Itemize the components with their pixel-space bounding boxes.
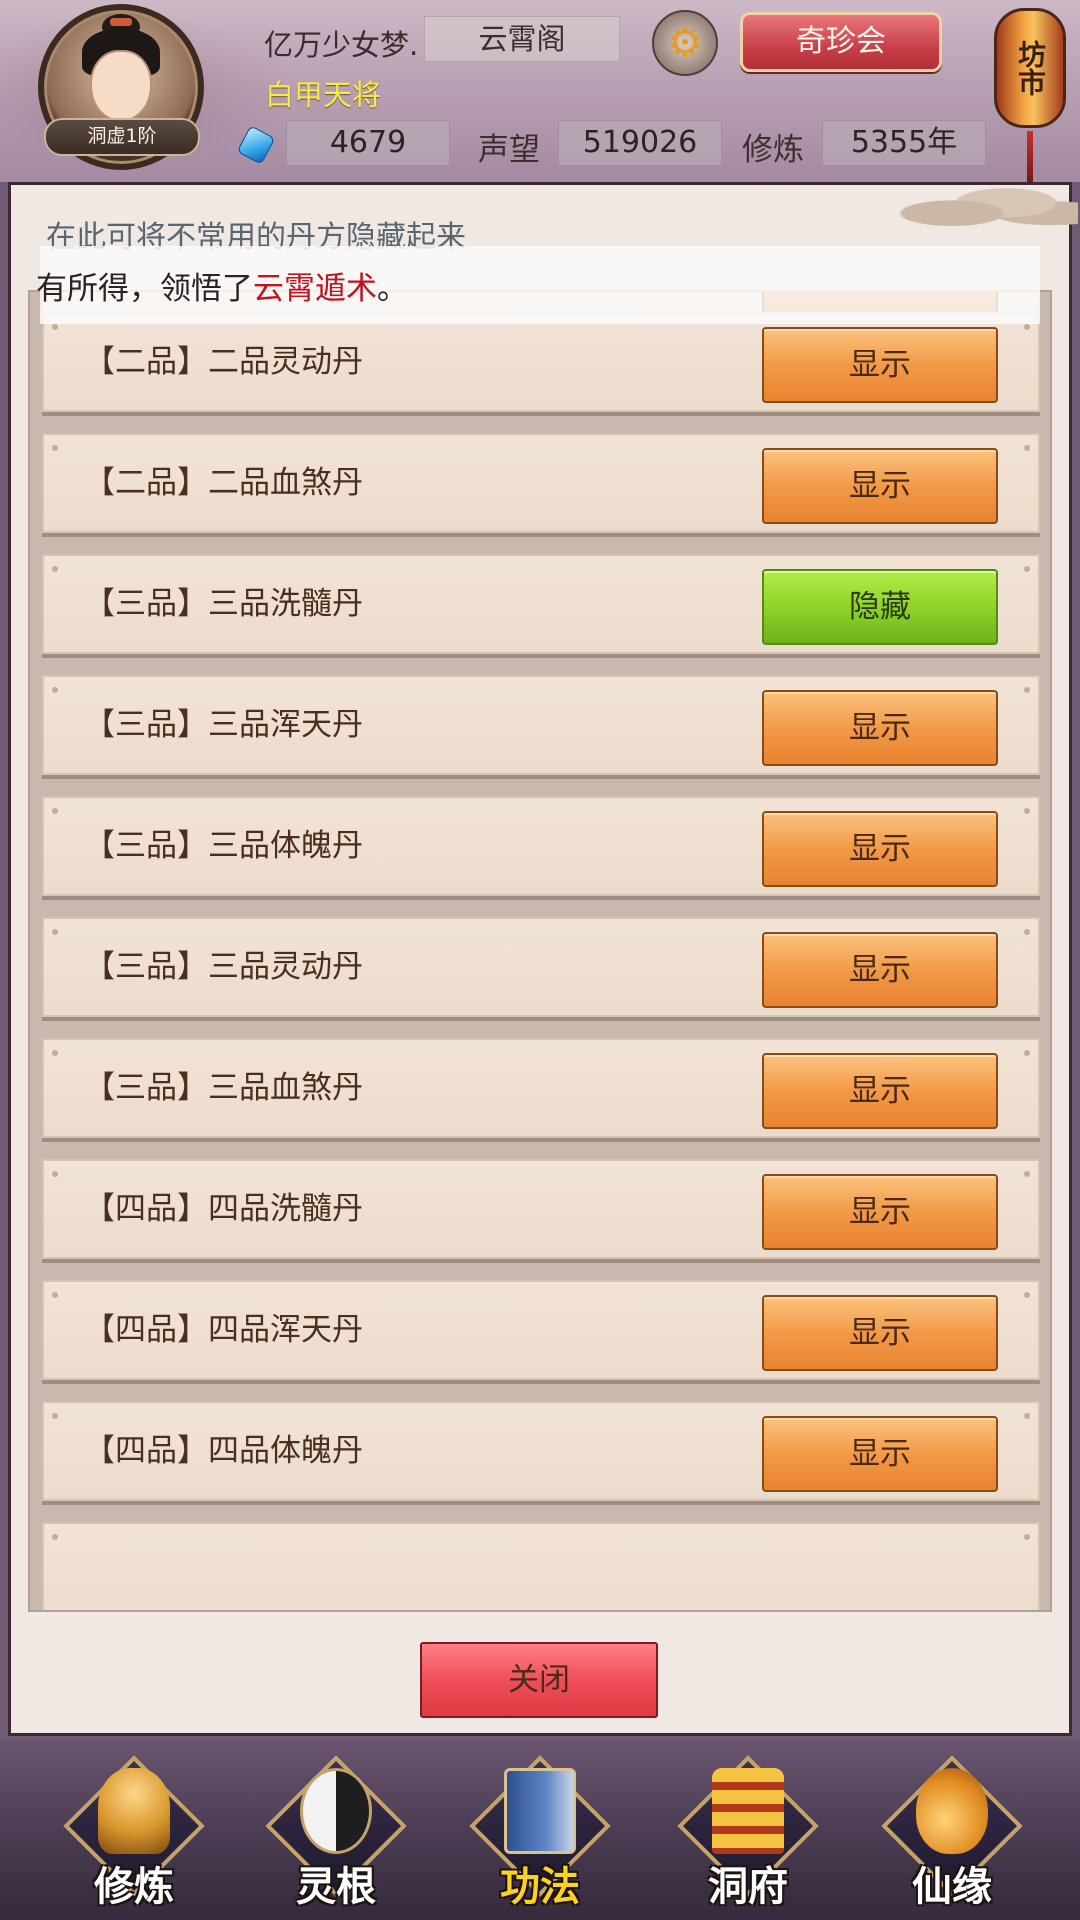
treasure-shop-button[interactable]: 奇珍会 [740, 12, 942, 72]
list-item: 【二品】二品灵动丹 显示 [42, 312, 1040, 412]
list-item: 【四品】四品浑天丹 显示 [42, 1280, 1040, 1380]
list-item-partial [42, 1522, 1040, 1610]
list-item: 【三品】三品洗髓丹 隐藏 [42, 554, 1040, 654]
avatar-face [90, 50, 152, 122]
recipe-name: 【三品】三品灵动丹 [84, 949, 363, 985]
recipe-name: 【二品】二品血煞丹 [84, 465, 363, 501]
nav-label: 仙缘 [912, 1864, 992, 1910]
recipe-name: 【四品】四品体魄丹 [84, 1433, 363, 1469]
recipe-list[interactable]: 【二品】二品灵动丹 显示 【二品】二品血煞丹 显示 【三品】三品洗髓丹 隐藏 【… [28, 290, 1052, 1612]
list-item: 【二品】二品血煞丹 显示 [42, 433, 1040, 533]
gear-icon[interactable]: ⚙ [652, 10, 718, 76]
player-name: 亿万少女梦. [264, 28, 419, 62]
cloud-decoration [898, 182, 1078, 234]
reputation-label: 声望 [478, 132, 540, 168]
toggle-visibility-button[interactable]: 显示 [762, 1174, 998, 1250]
pagoda-icon [712, 1768, 784, 1854]
market-label: 坊市 [1014, 40, 1047, 96]
toggle-visibility-button[interactable]: 显示 [762, 327, 998, 403]
recipe-name: 【三品】三品浑天丹 [84, 707, 363, 743]
recipe-name: 【二品】二品灵动丹 [84, 344, 363, 380]
market-lantern-button[interactable]: 坊市 [994, 8, 1066, 182]
toast-skill-name: 云霄遁术 [253, 271, 377, 307]
nav-item-cave-abode[interactable]: 洞府 [668, 1755, 828, 1914]
list-item: 【三品】三品血煞丹 显示 [42, 1038, 1040, 1138]
toast-message: 有所得，领悟了云霄遁术。 [36, 263, 408, 308]
guild-name[interactable]: 云霄阁 [424, 16, 620, 62]
toast-suffix: 。 [377, 271, 408, 307]
toast-prefix: 有所得，领悟了 [36, 271, 253, 307]
nav-item-techniques[interactable]: 功法 [460, 1755, 620, 1914]
bottom-nav: 修炼 灵根 功法 洞府 仙缘 [0, 1740, 1080, 1920]
close-button[interactable]: 关闭 [420, 1642, 658, 1718]
toggle-visibility-button[interactable]: 显示 [762, 1053, 998, 1129]
nav-label: 修炼 [94, 1864, 174, 1910]
reputation-value: 519026 [558, 120, 722, 166]
toggle-visibility-button[interactable]: 显示 [762, 1416, 998, 1492]
toggle-visibility-button[interactable]: 隐藏 [762, 569, 998, 645]
nav-label: 功法 [500, 1864, 580, 1910]
meditating-figure-icon [98, 1768, 170, 1854]
player-title: 白甲天将 [265, 78, 382, 112]
gems-value: 4679 [286, 120, 450, 166]
gourd-icon [916, 1768, 988, 1854]
nav-item-destiny[interactable]: 仙缘 [872, 1755, 1032, 1914]
recipe-name: 【三品】三品洗髓丹 [84, 586, 363, 622]
avatar-crest [110, 18, 132, 26]
nav-item-spirit-root[interactable]: 灵根 [256, 1755, 416, 1914]
toggle-visibility-button[interactable]: 显示 [762, 811, 998, 887]
scroll-book-icon [504, 1768, 576, 1854]
list-item: 【三品】三品灵动丹 显示 [42, 917, 1040, 1017]
rank-badge: 洞虚1阶 [44, 118, 200, 156]
recipe-name: 【三品】三品血煞丹 [84, 1070, 363, 1106]
recipe-name: 【四品】四品洗髓丹 [84, 1191, 363, 1227]
top-bar: 洞虚1阶 亿万少女梦. 云霄阁 白甲天将 ⚙ 奇珍会 坊市 4679 声望 51… [0, 0, 1080, 182]
toggle-visibility-button[interactable]: 显示 [762, 932, 998, 1008]
toggle-visibility-button[interactable]: 显示 [762, 1295, 998, 1371]
yin-yang-sword-icon [300, 1768, 372, 1854]
cultivation-value: 5355年 [822, 120, 986, 166]
nav-label: 灵根 [296, 1864, 376, 1910]
toggle-visibility-button[interactable]: 显示 [762, 448, 998, 524]
list-item: 【三品】三品浑天丹 显示 [42, 675, 1040, 775]
toggle-visibility-button[interactable]: 显示 [762, 690, 998, 766]
nav-label: 洞府 [708, 1864, 788, 1910]
recipe-name: 【四品】四品浑天丹 [84, 1312, 363, 1348]
cultivation-label: 修炼 [742, 132, 804, 168]
recipe-name: 【三品】三品体魄丹 [84, 828, 363, 864]
gem-icon [236, 125, 276, 165]
list-item: 【三品】三品体魄丹 显示 [42, 796, 1040, 896]
list-item: 【四品】四品体魄丹 显示 [42, 1401, 1040, 1501]
nav-item-cultivate[interactable]: 修炼 [54, 1755, 214, 1914]
list-item: 【四品】四品洗髓丹 显示 [42, 1159, 1040, 1259]
